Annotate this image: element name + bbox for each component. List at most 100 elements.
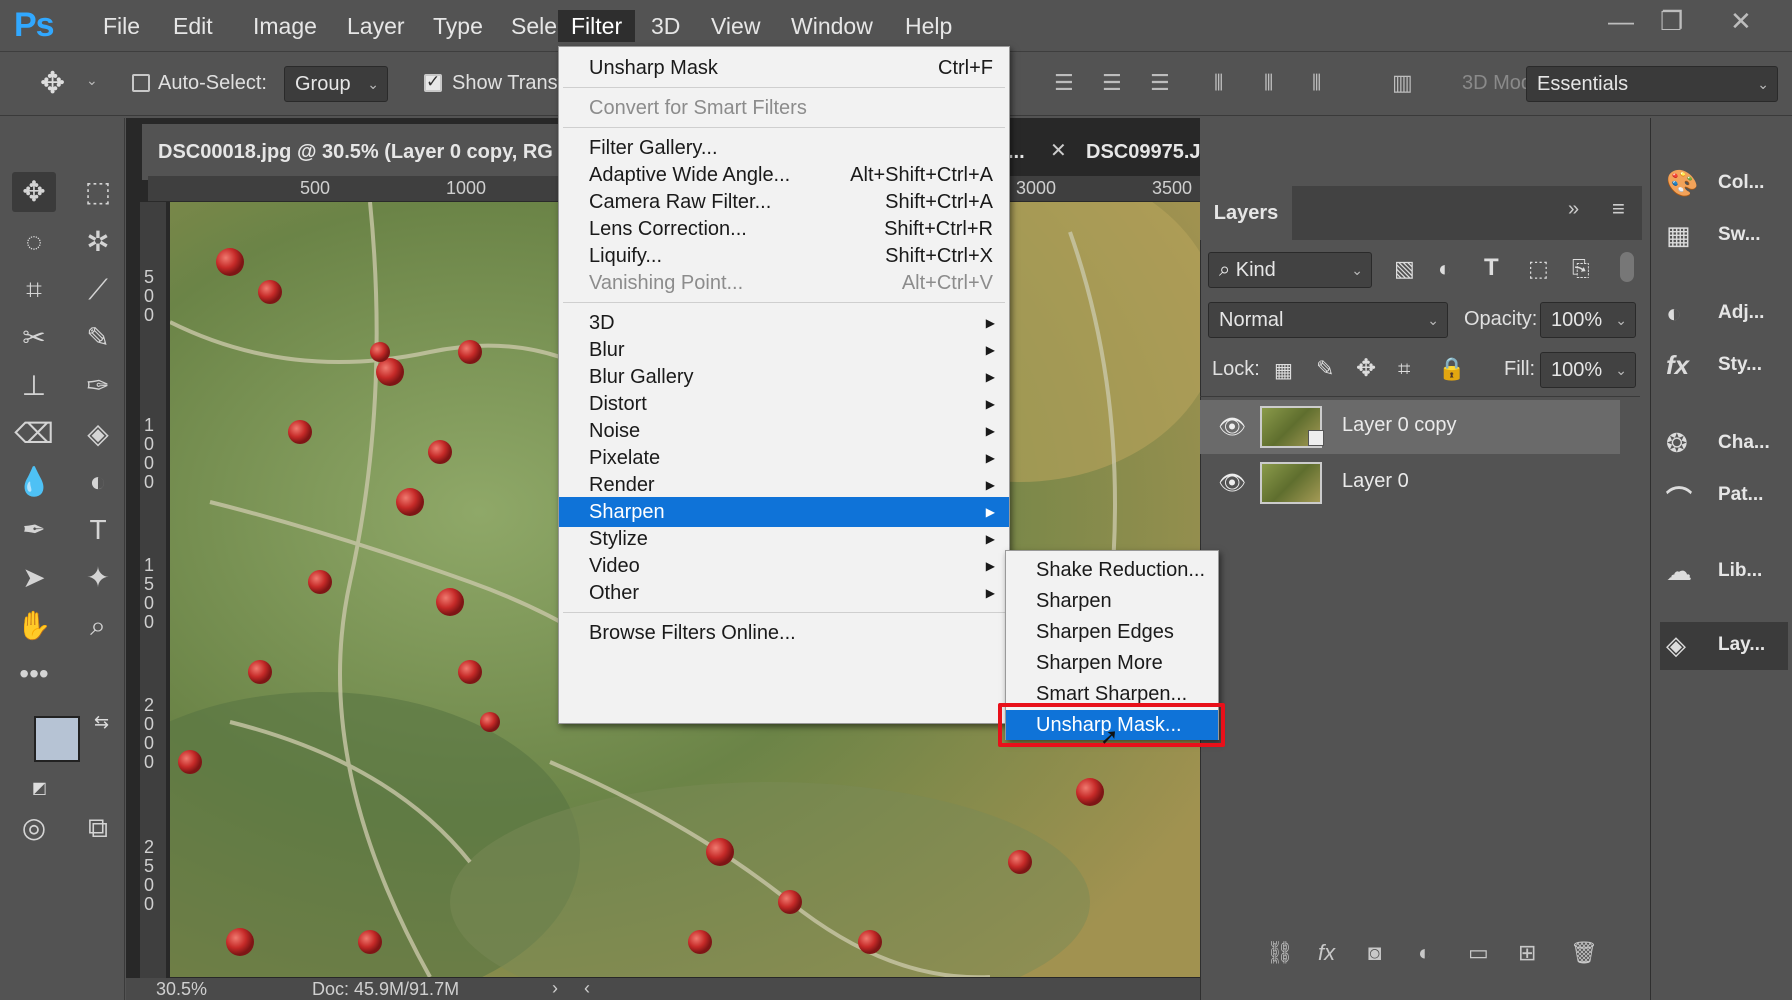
lock-transparent-icon[interactable]: ▦	[1274, 358, 1293, 383]
filter-blur-gallery-item[interactable]: Blur Gallery ▶	[559, 362, 1009, 392]
dock-swatches[interactable]: ▦ Sw...	[1660, 212, 1788, 260]
lock-position-icon[interactable]: ✥	[1356, 354, 1376, 383]
filter-render-item[interactable]: Render ▶	[559, 470, 1009, 500]
dock-libraries[interactable]: ☁ Lib...	[1660, 548, 1788, 596]
workspace-dropdown[interactable]: Essentials ⌄	[1526, 66, 1778, 102]
filter-smart-object-icon[interactable]: ⎘	[1572, 256, 1590, 282]
blend-mode-dropdown[interactable]: Normal ⌄	[1208, 302, 1448, 338]
layer-style-fx-icon[interactable]: fx	[1318, 940, 1335, 966]
link-layers-icon[interactable]: ⛓	[1266, 940, 1294, 966]
menu-filter[interactable]: Filter	[558, 10, 636, 42]
align-bottom-icon[interactable]: ☰	[1150, 70, 1176, 96]
visibility-eye-icon[interactable]: 👁	[1218, 470, 1246, 496]
menu-edit[interactable]: Edit	[160, 10, 226, 42]
liquify-item[interactable]: Liquify... Shift+Ctrl+X	[559, 241, 1009, 271]
filter-3d-item[interactable]: 3D ▶	[559, 308, 1009, 338]
adjustment-layer-icon[interactable]: ◐	[1418, 940, 1431, 966]
dock-layers[interactable]: ◈ Lay...	[1660, 622, 1788, 670]
layer-row-layer-0-copy[interactable]: 👁 Layer 0 copy	[1200, 400, 1620, 454]
sharpen-more-item[interactable]: Sharpen More	[1006, 648, 1218, 678]
swap-colors-icon[interactable]: ⇆	[94, 712, 109, 733]
panel-menu-icon[interactable]: ≡	[1612, 196, 1625, 222]
lock-all-icon[interactable]: 🔒	[1438, 356, 1465, 382]
filter-video-item[interactable]: Video ▶	[559, 551, 1009, 581]
new-group-folder-icon[interactable]: ▭	[1468, 940, 1489, 966]
foreground-color-swatch[interactable]	[34, 716, 80, 762]
layer-row-layer-0[interactable]: 👁 Layer 0	[1200, 456, 1620, 510]
menu-view[interactable]: View	[698, 10, 773, 42]
filter-gallery-item[interactable]: Filter Gallery...	[559, 133, 1009, 163]
screen-mode-icon[interactable]: ⧉	[76, 808, 120, 848]
filter-adjustment-layer-icon[interactable]: ◐	[1438, 256, 1451, 282]
marquee-tool-icon[interactable]: ⬚	[76, 172, 120, 212]
filter-pixel-layer-icon[interactable]: ▧	[1394, 256, 1415, 282]
minimize-icon[interactable]: —	[1608, 6, 1634, 37]
filter-other-item[interactable]: Other ▶	[559, 578, 1009, 608]
doc-size-info[interactable]: Doc: 45.9M/91.7M	[312, 979, 459, 1000]
layers-tab[interactable]: Layers	[1200, 186, 1292, 240]
hand-tool-icon[interactable]: ✋	[12, 606, 56, 646]
filter-type-layer-icon[interactable]: T	[1484, 254, 1499, 282]
move-tool-icon[interactable]: ✥	[40, 66, 65, 101]
align-left-icon[interactable]: ⫴	[1214, 70, 1240, 96]
shake-reduction-item[interactable]: Shake Reduction...	[1006, 555, 1218, 585]
vanishing-point-item[interactable]: Vanishing Point... Alt+Ctrl+V	[559, 268, 1009, 298]
browse-filters-online-item[interactable]: Browse Filters Online...	[559, 618, 1009, 648]
menu-help[interactable]: Help	[892, 10, 965, 42]
doc-tab-dsc09975[interactable]: DSC09975.JPG @ 39.9% (Layer 0, ...	[1086, 124, 1200, 180]
filter-shape-layer-icon[interactable]: ⬚	[1528, 256, 1549, 282]
shape-tool-icon[interactable]: ✦	[76, 558, 120, 598]
dock-channels[interactable]: ❂ Cha...	[1660, 420, 1788, 468]
sharpen-item[interactable]: Sharpen	[1006, 586, 1218, 616]
eraser-tool-icon[interactable]: ⌫	[12, 414, 56, 454]
filter-stylize-item[interactable]: Stylize ▶	[559, 524, 1009, 554]
show-transform-checkbox[interactable]	[424, 72, 442, 92]
menu-window[interactable]: Window	[778, 10, 886, 42]
sharpen-edges-item[interactable]: Sharpen Edges	[1006, 617, 1218, 647]
lasso-tool-icon[interactable]: ◌	[12, 222, 56, 262]
restore-icon[interactable]: ❐	[1660, 6, 1683, 37]
add-mask-icon[interactable]: ◙	[1368, 940, 1381, 966]
menu-layer[interactable]: Layer	[334, 10, 418, 42]
align-horizontal-center-icon[interactable]: ⫴	[1264, 70, 1290, 96]
align-top-icon[interactable]: ☰	[1054, 70, 1080, 96]
stamp-tool-icon[interactable]: ⊥	[12, 366, 56, 406]
convert-smart-filters-item[interactable]: Convert for Smart Filters	[559, 93, 1009, 123]
menu-type[interactable]: Type	[420, 10, 496, 42]
filter-noise-item[interactable]: Noise ▶	[559, 416, 1009, 446]
dodge-tool-icon[interactable]: ◐	[76, 462, 120, 502]
visibility-eye-icon[interactable]: 👁	[1218, 414, 1246, 440]
dock-color[interactable]: 🎨 Col...	[1660, 160, 1788, 208]
blur-tool-icon[interactable]: 💧	[12, 462, 56, 502]
healing-tool-icon[interactable]: ✂	[12, 318, 56, 358]
chevron-right-icon[interactable]: ›	[552, 978, 558, 999]
quick-mask-icon[interactable]: ◎	[12, 808, 56, 848]
menu-image[interactable]: Image	[240, 10, 330, 42]
lock-image-icon[interactable]: ✎	[1316, 356, 1334, 382]
magic-wand-tool-icon[interactable]: ✲	[76, 222, 120, 262]
type-tool-icon[interactable]: T	[76, 510, 120, 550]
history-brush-tool-icon[interactable]: ✑	[76, 366, 120, 406]
dock-paths[interactable]: ⌒ Pat...	[1660, 472, 1788, 520]
opacity-input[interactable]: 100% ⌄	[1540, 302, 1636, 338]
crop-tool-icon[interactable]: ⌗	[12, 270, 56, 310]
menu-file[interactable]: File	[90, 10, 153, 42]
align-vertical-center-icon[interactable]: ☰	[1102, 70, 1128, 96]
doc-tab-dsc00018[interactable]: DSC00018.jpg @ 30.5% (Layer 0 copy, RG	[142, 124, 602, 180]
zoom-tool-icon[interactable]: ⌕	[76, 606, 120, 646]
eyedropper-tool-icon[interactable]: ⟋	[76, 270, 120, 310]
filter-pixelate-item[interactable]: Pixelate ▶	[559, 443, 1009, 473]
close-icon[interactable]: ✕	[1050, 138, 1067, 163]
paint-bucket-tool-icon[interactable]: ◈	[76, 414, 120, 454]
filter-kind-dropdown[interactable]: ⌕ Kind ⌄	[1208, 252, 1372, 288]
delete-layer-trash-icon[interactable]: 🗑	[1570, 940, 1598, 966]
scroll-left-icon[interactable]: ‹	[584, 978, 590, 999]
chevron-down-icon[interactable]: ⌄	[86, 72, 98, 89]
new-layer-icon[interactable]: ⊞	[1518, 940, 1536, 966]
default-colors-icon[interactable]: ◩	[32, 778, 47, 798]
lens-correction-item[interactable]: Lens Correction... Shift+Ctrl+R	[559, 214, 1009, 244]
dock-styles[interactable]: fx Sty...	[1660, 342, 1788, 390]
path-selection-tool-icon[interactable]: ➤	[12, 558, 56, 598]
lock-artboard-icon[interactable]: ⌗	[1398, 356, 1410, 382]
zoom-level[interactable]: 30.5%	[156, 979, 207, 1000]
